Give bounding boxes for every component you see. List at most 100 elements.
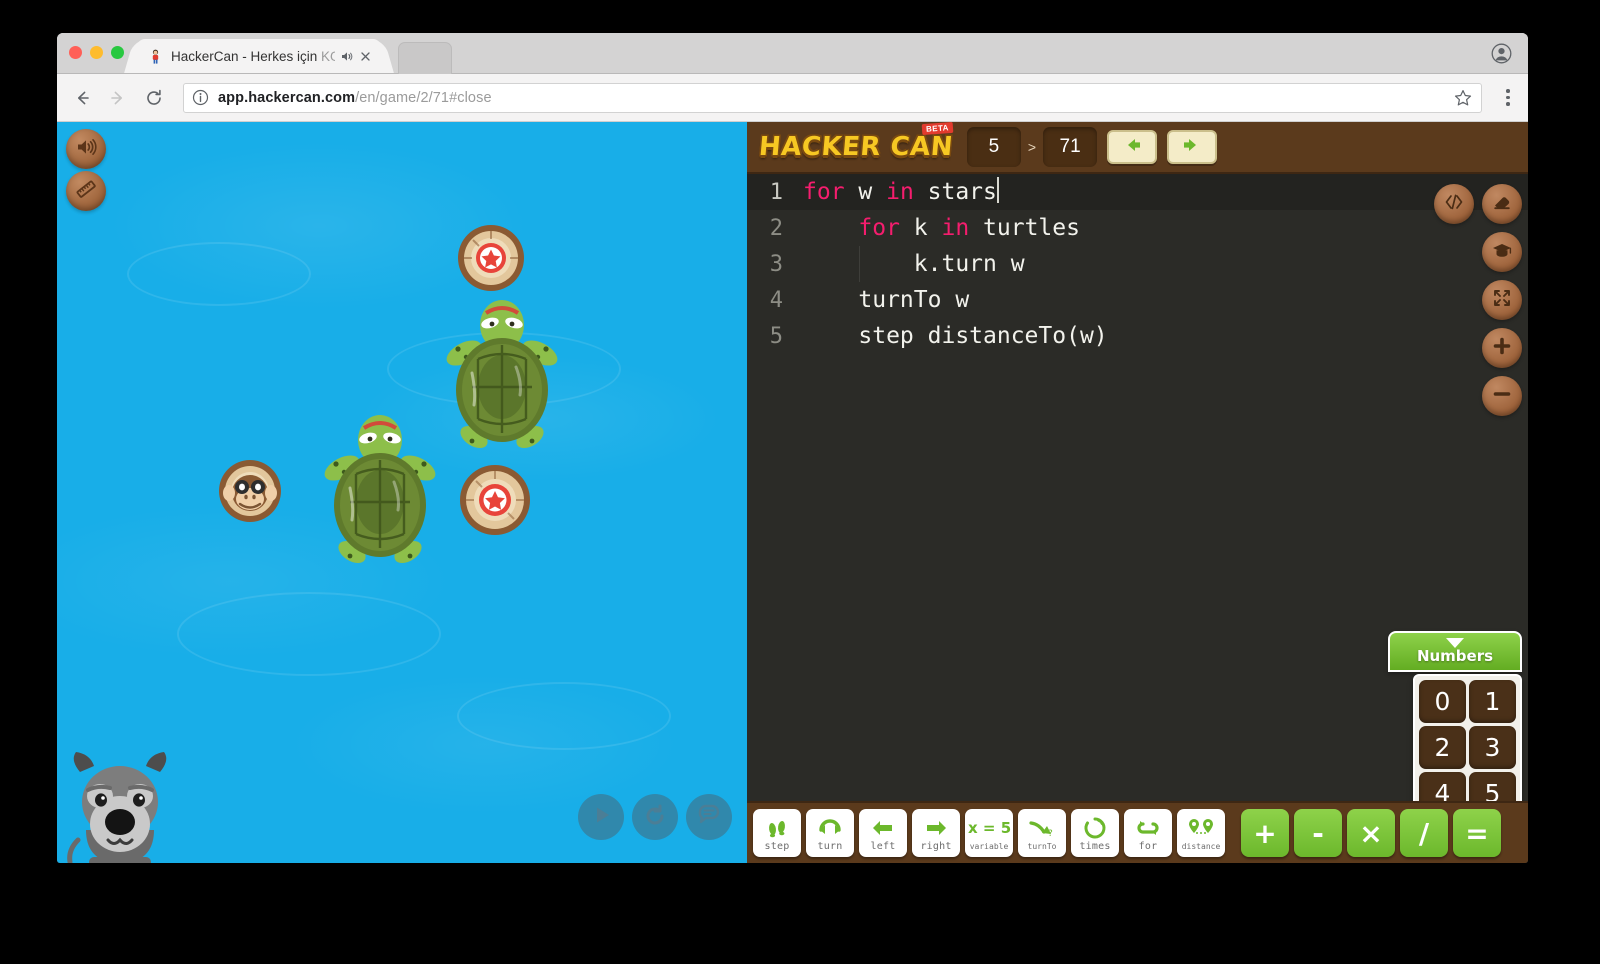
code-token: k <box>899 215 942 241</box>
numkey-1[interactable]: 1 <box>1469 680 1516 723</box>
numbers-picker-tab[interactable]: Numbers <box>1388 631 1522 672</box>
zoom-out-button[interactable] <box>1482 376 1522 416</box>
level-separator: > <box>1027 139 1037 155</box>
numkey-0[interactable]: 0 <box>1419 680 1466 723</box>
block-times[interactable]: times <box>1071 809 1119 857</box>
code-line-text: k.turn w <box>795 251 1025 277</box>
numkey-2[interactable]: 2 <box>1419 726 1466 769</box>
op-minus[interactable]: - <box>1294 809 1342 857</box>
op-plus[interactable]: + <box>1241 809 1289 857</box>
block-variable[interactable]: x = 5 variable <box>965 809 1013 857</box>
zoom-in-button[interactable] <box>1482 328 1522 368</box>
code-line[interactable]: 3 k.turn w <box>747 246 1528 282</box>
maximize-window-button[interactable] <box>111 46 124 59</box>
numbers-picker-label: Numbers <box>1416 647 1494 665</box>
numkey-3[interactable]: 3 <box>1469 726 1516 769</box>
hackercan-favicon <box>147 48 164 65</box>
game-stage[interactable] <box>57 122 747 863</box>
back-arrow-icon[interactable] <box>67 83 97 113</box>
three-dot-menu-icon[interactable] <box>1498 85 1518 111</box>
code-line-text: for w in stars <box>795 177 999 206</box>
op-equals-label: = <box>1465 816 1489 850</box>
block-right-label: right <box>920 840 952 852</box>
profile-avatar-icon[interactable] <box>1491 43 1512 64</box>
prev-level-button[interactable] <box>1107 130 1158 164</box>
block-for[interactable]: for <box>1124 809 1172 857</box>
code-keyword: for <box>858 215 900 241</box>
code-keyword: in <box>886 178 914 205</box>
ruler-icon <box>74 177 98 206</box>
code-line[interactable]: 1 for w in stars <box>747 174 1528 210</box>
water-ripple <box>177 592 441 676</box>
minus-icon <box>1491 383 1513 410</box>
page-info-icon[interactable] <box>192 89 209 106</box>
plus-icon <box>1491 335 1513 362</box>
reload-icon[interactable] <box>139 83 169 113</box>
block-turnto[interactable]: ? turnTo <box>1018 809 1066 857</box>
code-line[interactable]: 2 for k in turtles <box>747 210 1528 246</box>
numkey-4[interactable]: 4 <box>1419 772 1466 801</box>
beta-badge: BETA <box>921 121 954 136</box>
code-line[interactable]: 4 turnTo w <box>747 282 1528 318</box>
code-editor[interactable]: 1 for w in stars 2 for k in turtles 3 k.tur… <box>747 174 1528 801</box>
code-view-button[interactable] <box>1434 184 1474 224</box>
play-icon <box>588 802 614 833</box>
block-right[interactable]: right <box>912 809 960 857</box>
tutorial-button[interactable] <box>1482 232 1522 272</box>
dog-mascot <box>60 744 180 863</box>
arrow-left-icon <box>871 815 895 841</box>
fullscreen-button[interactable] <box>1482 280 1522 320</box>
menu-dot <box>1506 95 1510 100</box>
map-pins-icon <box>1186 815 1216 841</box>
code-token: turtles <box>969 215 1080 241</box>
turtle-upper[interactable] <box>442 287 562 462</box>
op-divide[interactable]: / <box>1400 809 1448 857</box>
op-divide-label: / <box>1418 816 1430 850</box>
star-log-right[interactable] <box>457 462 533 543</box>
op-multiply-label: × <box>1359 816 1383 850</box>
forward-arrow-icon <box>103 83 133 113</box>
hint-button[interactable] <box>686 794 732 840</box>
browser-window: HackerCan - Herkes için KO <box>57 33 1528 863</box>
arrow-left-icon <box>1120 136 1144 159</box>
numkey-5[interactable]: 5 <box>1469 772 1516 801</box>
close-icon[interactable] <box>358 49 373 64</box>
browser-tab-title: HackerCan - Herkes için KO <box>171 48 335 64</box>
sound-toggle-button[interactable] <box>66 129 106 169</box>
address-bar[interactable]: app.hackercan.com/en/game/2/71#close <box>183 82 1482 113</box>
logo-text: HACKER CAN <box>757 132 955 162</box>
water-ripple <box>127 242 311 306</box>
play-button[interactable] <box>578 794 624 840</box>
op-multiply[interactable]: × <box>1347 809 1395 857</box>
turtle-lower[interactable] <box>320 402 440 577</box>
block-palette: step turn left right x = 5 variable ? tu… <box>747 801 1528 863</box>
monkey-log[interactable] <box>216 457 284 530</box>
block-left-label: left <box>870 840 896 852</box>
op-equals[interactable]: = <box>1453 809 1501 857</box>
speaker-playing-icon[interactable] <box>339 49 354 64</box>
ruler-button[interactable] <box>66 171 106 211</box>
block-for-label: for <box>1138 840 1158 852</box>
turn-arrow-icon <box>817 815 843 841</box>
block-left[interactable]: left <box>859 809 907 857</box>
new-tab-button[interactable] <box>398 42 452 74</box>
number-keypad[interactable]: 0123456789 <box>1413 674 1522 801</box>
code-keyword: for <box>803 178 845 205</box>
block-step[interactable]: step <box>753 809 801 857</box>
eraser-button[interactable] <box>1482 184 1522 224</box>
text-caret <box>996 177 999 204</box>
browser-tab-active[interactable]: HackerCan - Herkes için KO <box>137 39 381 73</box>
code-lines-container[interactable]: 1 for w in stars 2 for k in turtles 3 k.tur… <box>747 174 1528 801</box>
reset-button[interactable] <box>632 794 678 840</box>
code-token: turnTo w <box>858 287 970 313</box>
code-line[interactable]: 5 step distanceTo(w) <box>747 318 1528 354</box>
hackercan-logo[interactable]: HACKER CAN BETA <box>753 121 959 168</box>
minimize-window-button[interactable] <box>90 46 103 59</box>
next-level-button[interactable] <box>1167 130 1218 164</box>
block-turn[interactable]: turn <box>806 809 854 857</box>
eraser-icon <box>1491 191 1513 218</box>
block-turn-label: turn <box>817 840 843 852</box>
block-distance[interactable]: distance <box>1177 809 1225 857</box>
close-window-button[interactable] <box>69 46 82 59</box>
star-outline-icon[interactable] <box>1453 88 1473 108</box>
